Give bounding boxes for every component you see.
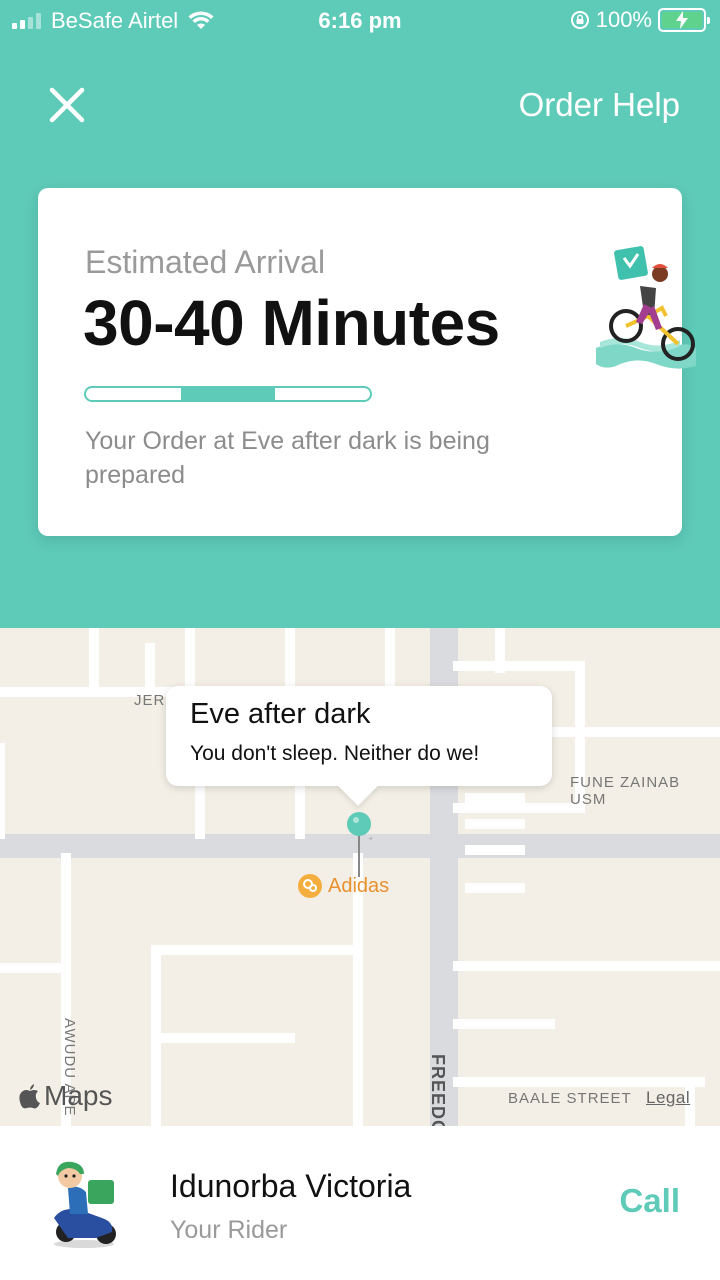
street-label-top: JER: [134, 692, 166, 709]
rider-role: Your Rider: [170, 1216, 288, 1244]
status-right: 100%: [570, 7, 710, 33]
maps-brand: Maps: [44, 1080, 113, 1111]
close-button[interactable]: [44, 82, 90, 128]
call-button[interactable]: Call: [619, 1182, 680, 1220]
rider-avatar: [54, 1161, 116, 1248]
order-progress-bar: [84, 386, 372, 402]
poi-adidas[interactable]: Adidas: [298, 874, 389, 898]
restaurant-name: Eve after dark: [190, 698, 371, 730]
status-bar: BeSafe Airtel 6:16 pm 100%: [0, 0, 720, 42]
rider-panel: Idunorba Victoria Your Rider Call: [0, 1126, 720, 1280]
map-view[interactable]: JER FUNE ZAINAB USM AWUDU APE FREEDO BAA…: [0, 628, 720, 1126]
close-icon: [49, 87, 85, 123]
street-label-baale: BAALE STREET: [508, 1090, 632, 1107]
eta-value: 30-40 Minutes: [83, 287, 500, 359]
restaurant-tagline: You don't sleep. Neither do we!: [190, 742, 480, 765]
rider-name: Idunorba Victoria: [170, 1168, 412, 1204]
street-label-freedom: FREEDO: [428, 1054, 448, 1126]
shopping-bag-icon: [298, 874, 322, 898]
header-region: BeSafe Airtel 6:16 pm 100% Order Help Es…: [0, 0, 720, 628]
order-status-message: Your Order at Eve after dark is being pr…: [85, 427, 490, 489]
poi-label: Adidas: [328, 874, 390, 897]
rotation-lock-icon: [570, 11, 589, 29]
street-label-fune: FUNE ZAINAB USM: [570, 774, 681, 808]
maps-attribution: Maps: [18, 1080, 112, 1112]
eta-label: Estimated Arrival: [85, 244, 326, 280]
apple-icon: [19, 1084, 40, 1109]
location-pin-icon[interactable]: [346, 811, 372, 881]
order-progress-fill: [180, 388, 276, 400]
legal-link[interactable]: Legal: [646, 1088, 690, 1108]
order-help-button[interactable]: Order Help: [519, 86, 680, 124]
battery-charging-icon: [658, 8, 710, 32]
restaurant-callout[interactable]: Eve after dark You don't sleep. Neither …: [166, 686, 552, 786]
eta-card: Estimated Arrival 30-40 Minutes Your Ord…: [38, 188, 696, 536]
delivery-bicycle-icon: [596, 246, 696, 369]
battery-percent: 100%: [595, 7, 652, 32]
